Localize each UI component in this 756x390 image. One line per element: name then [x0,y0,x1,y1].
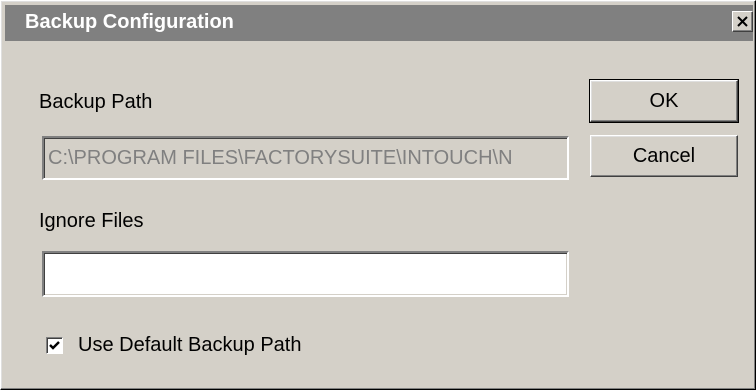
backup-path-field[interactable] [42,136,569,180]
ignore-files-field[interactable] [42,251,569,297]
use-default-backup-path-checkbox[interactable] [46,337,63,354]
backup-path-label: Backup Path [39,91,153,113]
cancel-button[interactable]: Cancel [590,135,738,177]
ok-button-label: OK [649,89,679,112]
cancel-button-label: Cancel [632,144,696,167]
close-button[interactable] [732,11,753,32]
ok-button[interactable]: OK [589,79,739,123]
window-title: Backup Configuration [25,11,234,33]
use-default-backup-path-label[interactable]: Use Default Backup Path [78,334,301,357]
backup-configuration-dialog: Backup Configuration Backup Path Ignore … [0,0,756,390]
close-icon [737,16,748,27]
checkmark-icon [49,341,60,350]
title-bar[interactable]: Backup Configuration [5,5,753,41]
ignore-files-label: Ignore Files [39,210,144,232]
